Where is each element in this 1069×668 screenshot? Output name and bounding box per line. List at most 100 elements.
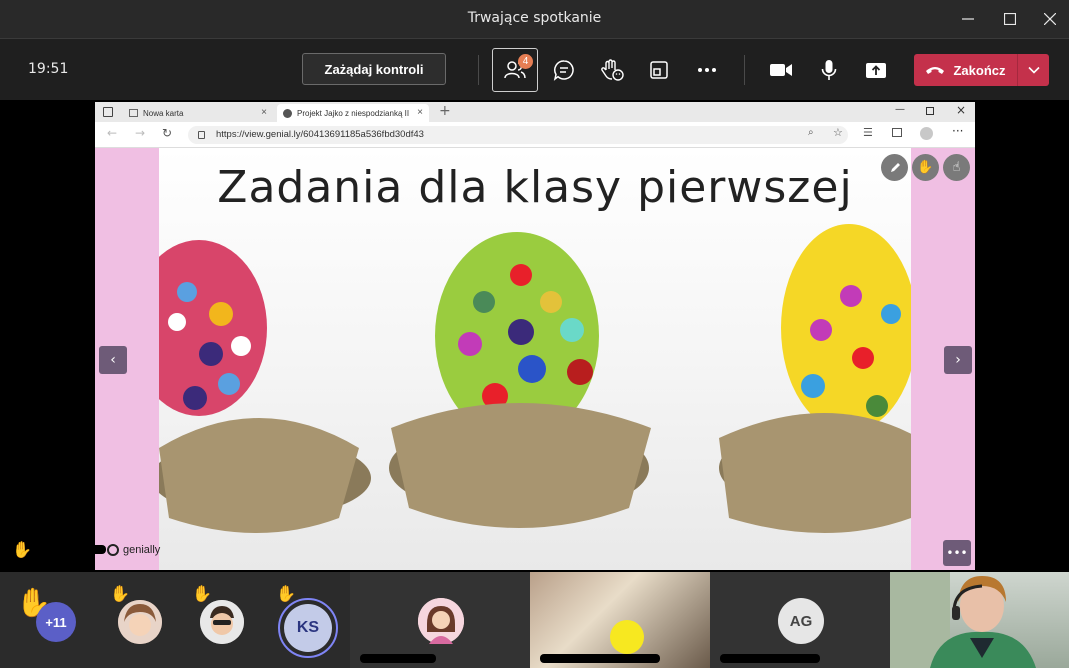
close-icon[interactable] <box>1035 6 1065 32</box>
browser-menu-icon[interactable]: ··· <box>952 124 963 138</box>
tab-actions-icon[interactable] <box>103 107 113 117</box>
end-call-label: Zakończ <box>953 62 1006 78</box>
raise-hand-icon <box>601 59 624 81</box>
next-slide-button[interactable]: › <box>944 346 972 374</box>
previous-slide-button[interactable]: ‹ <box>99 346 127 374</box>
interactive-button[interactable]: ☝ <box>943 154 970 181</box>
end-call-button[interactable]: Zakończ <box>914 54 1049 86</box>
browser-close-icon[interactable]: × <box>956 103 966 117</box>
more-icon <box>698 68 716 72</box>
genially-brand: genially <box>123 544 161 556</box>
forward-icon[interactable]: → <box>135 126 145 140</box>
browser-restore-icon[interactable] <box>926 107 934 115</box>
site-favicon-icon <box>283 109 292 118</box>
presenter-name-tag: ✋ <box>12 540 106 559</box>
boy-avatar-icon <box>200 600 244 644</box>
easter-eggs-photo: Zadania dla klasy pierwszej <box>159 148 911 570</box>
participant-video-tile[interactable] <box>530 572 710 668</box>
tab-label: Nowa karta <box>143 108 184 118</box>
participants-strip: ✋ +11 ✋ ✋ ✋ KS AG <box>0 572 1069 668</box>
participants-overflow-group: ✋ +11 ✋ ✋ ✋ KS <box>0 572 350 668</box>
child-avatar-icon <box>118 600 162 644</box>
back-icon[interactable]: ← <box>107 126 117 140</box>
close-tab-icon[interactable]: × <box>417 107 423 118</box>
url-text: https://view.genial.ly/60413691185a536fb… <box>216 129 424 140</box>
browser-tab-strip: Nowa karta × Projekt Jajko z niespodzian… <box>95 102 975 122</box>
tab-genially-project[interactable]: Projekt Jajko z niespodzianką II ... × <box>277 104 429 122</box>
leave-button[interactable]: Zakończ <box>914 54 1017 86</box>
reactions-button[interactable] <box>589 48 635 92</box>
chevron-left-icon: ‹ <box>110 352 116 368</box>
zoom-icon[interactable]: ⌕ <box>808 127 814 138</box>
hang-up-icon <box>926 67 945 74</box>
raised-hand-icon: ✋ <box>12 540 32 559</box>
request-control-button[interactable]: Zażądaj kontroli <box>302 53 446 85</box>
woman-avatar-icon <box>418 598 464 644</box>
new-tab-icon[interactable]: + <box>439 103 451 119</box>
participants-button[interactable]: 4 <box>492 48 538 92</box>
tab-new-tab[interactable]: Nowa karta × <box>123 104 273 122</box>
end-call-dropdown[interactable] <box>1017 54 1049 86</box>
microphone-button[interactable] <box>806 48 852 92</box>
presenter-video-icon <box>890 572 1036 668</box>
camera-button[interactable] <box>758 48 804 92</box>
url-field[interactable]: https://view.genial.ly/60413691185a536fb… <box>188 126 848 144</box>
title-bar: Trwające spotkanie <box>0 0 1069 38</box>
redacted-name <box>35 545 106 554</box>
window-title: Trwające spotkanie <box>467 10 602 26</box>
overflow-participants-avatar[interactable]: +11 <box>36 602 76 642</box>
chevron-down-icon <box>1027 66 1040 74</box>
pointer-hand-icon: ☝ <box>952 160 961 175</box>
maximize-icon[interactable] <box>995 6 1025 32</box>
divider <box>478 55 479 85</box>
participant-initials-avatar: AG <box>778 598 824 644</box>
camera-icon <box>770 64 792 76</box>
genially-logo[interactable]: genially <box>107 544 160 556</box>
participant-ring[interactable]: KS <box>278 598 338 658</box>
hand-icon: ✋ <box>917 160 934 175</box>
more-icon: ••• <box>946 546 968 560</box>
participant-avatar <box>418 598 464 644</box>
video-obscured-region <box>610 620 644 654</box>
rooms-button[interactable] <box>636 48 682 92</box>
participant-avatar[interactable] <box>200 600 244 644</box>
share-button[interactable] <box>853 48 899 92</box>
tab-label: Projekt Jajko z niespodzianką II ... <box>297 108 409 118</box>
edit-pencil-button[interactable] <box>881 154 908 181</box>
chat-icon <box>553 60 574 81</box>
meeting-toolbar: 19:51 Zażądaj kontroli 4 Zakończ <box>0 38 1069 100</box>
chat-button[interactable] <box>541 48 587 92</box>
profile-avatar[interactable] <box>920 127 933 140</box>
close-tab-icon[interactable]: × <box>261 107 267 118</box>
shared-browser-window: Nowa karta × Projekt Jajko z niespodzian… <box>95 102 975 570</box>
more-actions-button[interactable] <box>684 48 730 92</box>
hand-tool-button[interactable]: ✋ <box>912 154 939 181</box>
redacted-name <box>360 654 436 663</box>
collections-icon[interactable] <box>892 128 902 137</box>
participant-tile[interactable] <box>350 572 530 668</box>
shared-screen-stage: Nowa karta × Projekt Jajko z niespodzian… <box>0 100 1069 572</box>
meeting-timer: 19:51 <box>28 61 69 77</box>
favorites-icon[interactable]: ☰ <box>863 126 873 139</box>
breakout-rooms-icon <box>650 61 668 79</box>
participant-tile[interactable]: AG <box>710 572 890 668</box>
redacted-name <box>540 654 660 663</box>
genially-logo-icon <box>107 544 119 556</box>
refresh-icon[interactable]: ↻ <box>162 126 172 140</box>
participant-initials-avatar: KS <box>284 604 332 652</box>
participant-avatar[interactable] <box>118 600 162 644</box>
divider <box>744 55 745 85</box>
pencil-icon <box>890 162 900 172</box>
lock-icon <box>198 131 205 139</box>
genially-presentation: Zadania dla klasy pierwszej ✋ ☝ ‹ › geni… <box>95 148 975 570</box>
browser-address-bar: ← → ↻ https://view.genial.ly/60413691185… <box>95 122 975 148</box>
microphone-icon <box>821 60 837 80</box>
participant-video-tile[interactable] <box>890 572 1069 668</box>
favorite-star-icon[interactable]: ☆ <box>833 126 843 139</box>
redacted-name <box>720 654 820 663</box>
share-screen-icon <box>866 63 886 78</box>
presentation-options-button[interactable]: ••• <box>943 540 971 566</box>
browser-minimize-icon[interactable]: — <box>895 104 905 115</box>
minimize-icon[interactable] <box>953 6 983 32</box>
page-icon <box>129 109 138 117</box>
